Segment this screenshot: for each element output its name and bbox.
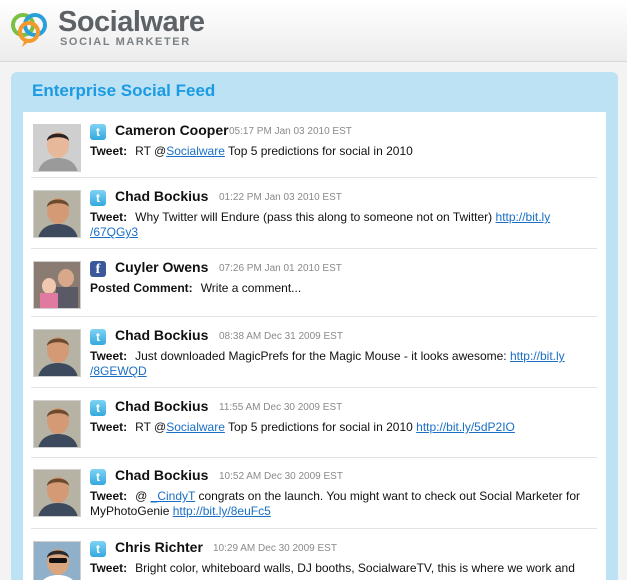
twitter-icon: t [90, 190, 106, 206]
post-text: Top 5 predictions for social in 2010 [224, 144, 413, 158]
avatar[interactable] [33, 190, 81, 238]
post-body: Tweet: RT @Socialware Top 5 predictions f… [90, 420, 590, 435]
post-timestamp: 08:38 AM Dec 31 2009 EST [219, 331, 343, 342]
social-feed-panel: Enterprise Social Feed t Cameron Cooper 05… [11, 72, 618, 580]
post-text: RT @ [135, 144, 167, 158]
post-timestamp: 05:17 PM Jan 03 2010 EST [229, 126, 352, 137]
post-text: RT @ [135, 420, 167, 434]
post-link[interactable]: http://bit.ly/5dP2IO [416, 420, 515, 434]
post-text: Write a comment... [200, 281, 302, 295]
post-body: Posted Comment: Write a comment... [90, 281, 590, 296]
post-body: Tweet: Why Twitter will Endure (pass this… [90, 210, 590, 240]
twitter-icon: t [90, 541, 106, 557]
post-timestamp: 01:22 PM Jan 03 2010 EST [219, 192, 342, 203]
feed-divider [31, 316, 597, 317]
post-kind-label: Tweet: [90, 489, 128, 503]
avatar[interactable] [33, 124, 81, 172]
post-link[interactable]: Socialware [166, 420, 225, 434]
author-name[interactable]: Chad Bockius [115, 188, 208, 204]
post-kind-label: Tweet: [90, 144, 128, 158]
post-text: Just downloaded MagicPrefs for the Magic… [135, 349, 510, 363]
post-kind-label: Tweet: [90, 420, 128, 434]
brand-name: Socialware [58, 6, 205, 38]
post-body: Tweet: Just downloaded MagicPrefs for the… [90, 349, 590, 379]
feed-divider [31, 248, 597, 249]
feed-divider [31, 457, 597, 458]
post-text: Why Twitter will Endure (pass this along… [135, 210, 496, 224]
post-link[interactable]: /67QGy3 [90, 225, 138, 239]
post-kind-label: Tweet: [90, 210, 128, 224]
post-link[interactable]: _CindyT [151, 489, 195, 503]
post-body: Tweet: RT @Socialware Top 5 predictions f… [90, 144, 590, 159]
post-timestamp: 07:26 PM Jan 01 2010 EST [219, 263, 342, 274]
avatar[interactable] [33, 469, 81, 517]
post-timestamp: 11:55 AM Dec 30 2009 EST [219, 402, 343, 413]
author-name[interactable]: Chad Bockius [115, 467, 208, 483]
post-text: Top 5 predictions for social in 2010 [224, 420, 417, 434]
post-text: @ [135, 489, 151, 503]
post-link[interactable]: http://bit.ly [496, 210, 551, 224]
socialware-logo-icon [11, 13, 47, 47]
twitter-icon: t [90, 124, 106, 140]
post-text: Bright color, whiteboard walls, DJ booth… [135, 561, 575, 575]
post-link[interactable]: http://bit.ly/8euFc5 [173, 504, 271, 518]
post-body: Tweet: Bright color, whiteboard walls, DJ… [90, 561, 590, 576]
twitter-icon: t [90, 329, 106, 345]
post-timestamp: 10:52 AM Dec 30 2009 EST [219, 471, 343, 482]
facebook-icon: f [90, 261, 106, 277]
brand-tagline: SOCIAL MARKETER [60, 36, 191, 48]
post-link[interactable]: Socialware [166, 144, 225, 158]
app-header: Socialware SOCIAL MARKETER [0, 0, 627, 62]
avatar[interactable] [33, 261, 81, 309]
author-name[interactable]: Cameron Cooper [115, 122, 229, 138]
post-link[interactable]: /8GEWQD [90, 364, 147, 378]
avatar[interactable] [33, 400, 81, 448]
post-link[interactable]: http://bit.ly [510, 349, 565, 363]
author-name[interactable]: Chris Richter [115, 539, 203, 555]
post-kind-label: Posted Comment: [90, 281, 193, 295]
twitter-icon: t [90, 400, 106, 416]
avatar[interactable] [33, 541, 81, 580]
avatar[interactable] [33, 329, 81, 377]
feed-divider [31, 528, 597, 529]
post-timestamp: 10:29 AM Dec 30 2009 EST [213, 543, 337, 554]
post-body: Tweet: @ _CindyT congrats on the launch. … [90, 489, 590, 519]
post-kind-label: Tweet: [90, 349, 128, 363]
author-name[interactable]: Chad Bockius [115, 398, 208, 414]
author-name[interactable]: Cuyler Owens [115, 259, 208, 275]
panel-title: Enterprise Social Feed [32, 81, 216, 100]
twitter-icon: t [90, 469, 106, 485]
feed-list[interactable]: t Cameron Cooper 05:17 PM Jan 03 2010 EST T… [23, 112, 606, 580]
post-kind-label: Tweet: [90, 561, 128, 575]
feed-divider [31, 177, 597, 178]
feed-divider [31, 387, 597, 388]
author-name[interactable]: Chad Bockius [115, 327, 208, 343]
